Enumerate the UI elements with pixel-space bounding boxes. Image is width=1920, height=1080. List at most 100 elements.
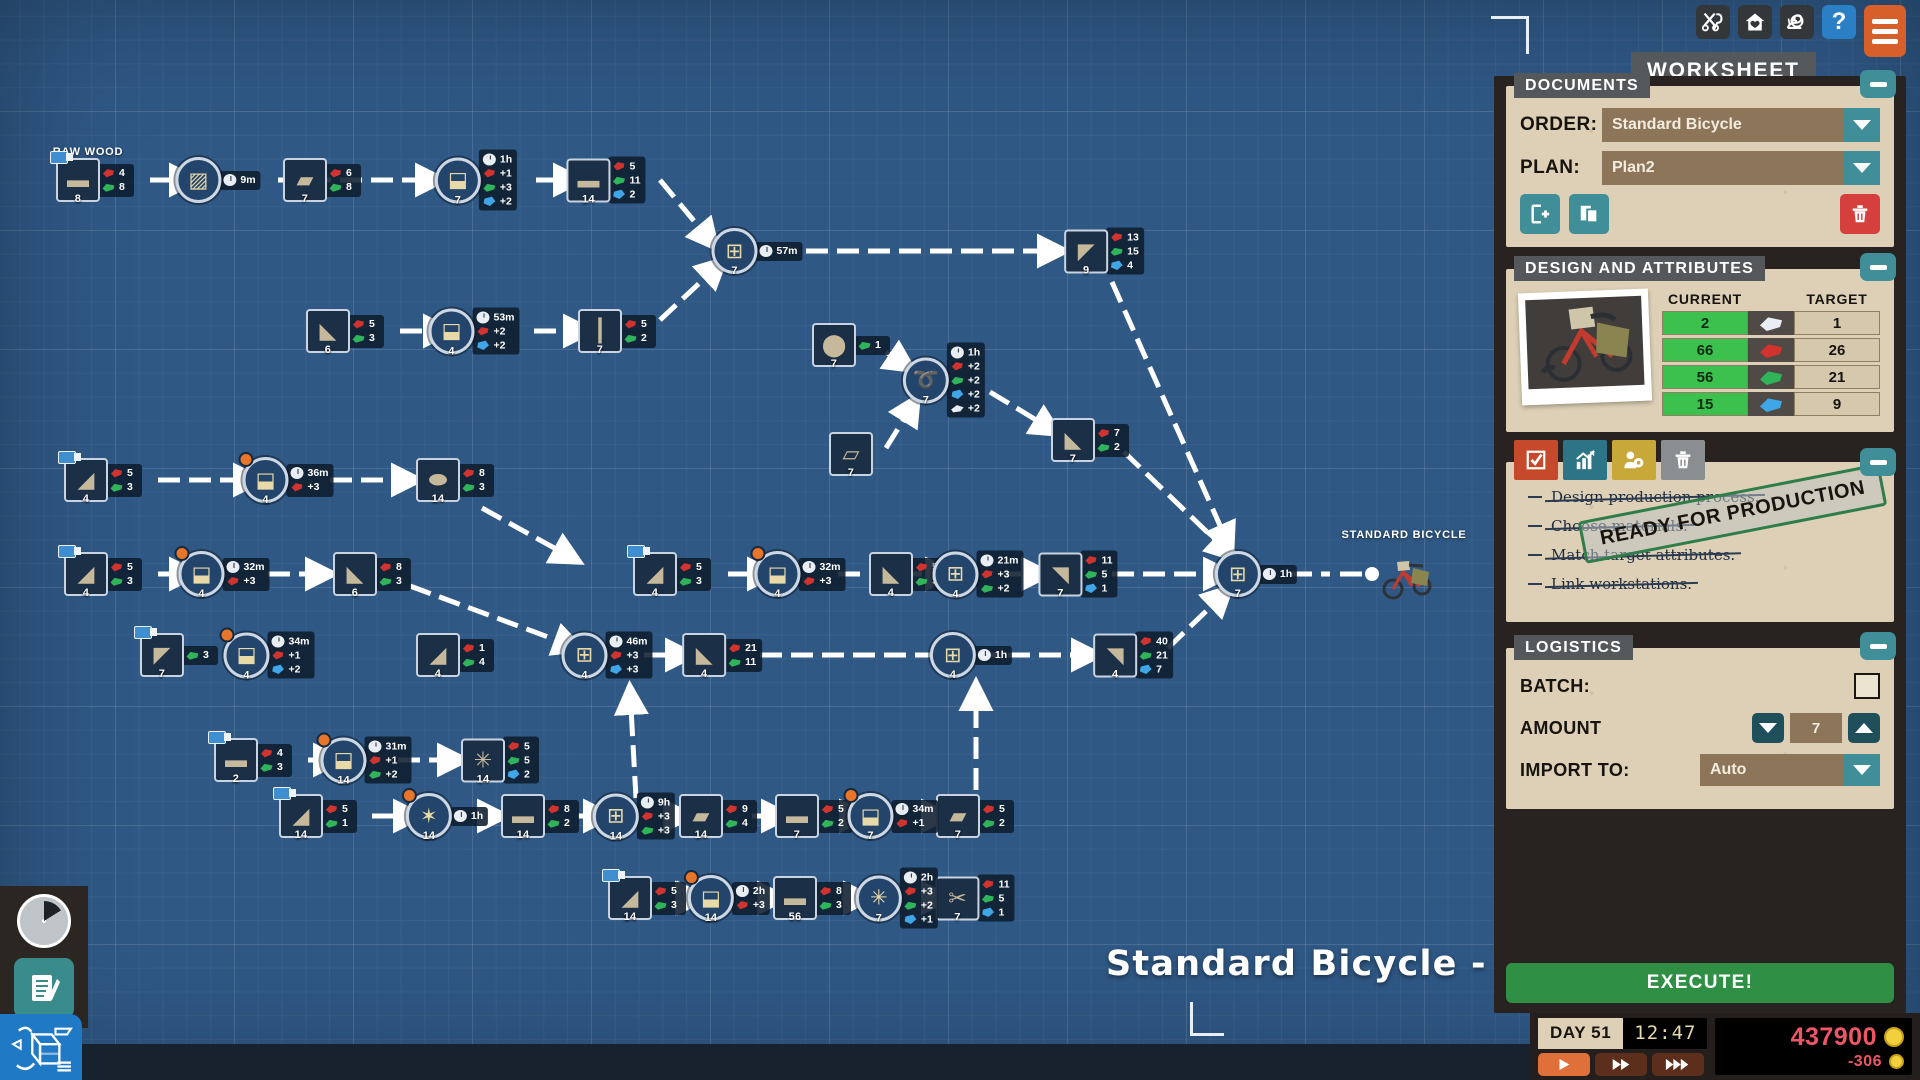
item-node[interactable]: ▬ 56 8 3 bbox=[773, 876, 851, 923]
chevron-down-icon[interactable] bbox=[1843, 108, 1880, 142]
clock-tile[interactable] bbox=[0, 886, 88, 952]
item-box[interactable]: ▰ 7 bbox=[936, 794, 980, 841]
menu-button[interactable] bbox=[1864, 5, 1906, 57]
item-node[interactable]: ◣ 6 8 3 bbox=[333, 552, 411, 599]
checklist-collapse-button[interactable] bbox=[1860, 448, 1896, 476]
order-select[interactable]: Standard Bicycle bbox=[1602, 108, 1880, 142]
station-circle[interactable]: ⊞ 14 bbox=[592, 793, 639, 842]
chevron-down-icon[interactable] bbox=[1843, 151, 1880, 185]
item-box[interactable]: ◢ 4 bbox=[58, 545, 108, 599]
workstation-node[interactable]: ⬓ 4 32m +3 bbox=[174, 546, 270, 600]
item-node[interactable]: ▬ 14 5 11 2 bbox=[566, 156, 646, 205]
item-node[interactable]: ▱ 7 bbox=[829, 432, 873, 479]
documents-collapse-button[interactable] bbox=[1860, 70, 1896, 98]
station-circle[interactable]: ✶ 14 bbox=[401, 788, 452, 842]
item-node[interactable]: ◢ 14 5 3 bbox=[602, 869, 686, 923]
station-circle[interactable]: ⬓ 14 bbox=[683, 870, 734, 924]
workstation-node[interactable]: ⬓ 4 53m +2 +2 bbox=[428, 307, 520, 357]
item-node[interactable]: ◢ 4 1 4 bbox=[416, 633, 494, 680]
workstation-node[interactable]: ⬓ 14 2h +3 bbox=[683, 870, 771, 924]
item-node[interactable]: ▰ 14 9 4 bbox=[679, 794, 757, 841]
item-node[interactable]: ⬬ 14 8 3 bbox=[416, 458, 494, 505]
item-box[interactable]: ◣ 6 bbox=[333, 552, 377, 599]
workstation-node[interactable]: ⬓ 7 1h +1 +3 +2 bbox=[434, 149, 518, 211]
item-box[interactable]: ⬬ 14 bbox=[416, 458, 460, 505]
3d-view-button[interactable] bbox=[0, 1014, 82, 1080]
item-box[interactable]: ✂ 7 bbox=[935, 876, 980, 923]
item-box[interactable]: ┃ 7 bbox=[578, 309, 622, 356]
workstation-node[interactable]: ⊞ 7 57m bbox=[711, 228, 803, 277]
station-circle[interactable]: ⊞ 4 bbox=[929, 632, 976, 681]
execute-button[interactable]: EXECUTE! bbox=[1506, 963, 1894, 1003]
item-box[interactable]: ▬ 8 bbox=[50, 151, 100, 205]
item-box[interactable]: ◣ 7 bbox=[1051, 418, 1095, 465]
item-box[interactable]: ▬ 56 bbox=[773, 876, 817, 923]
station-circle[interactable]: ⊞ 7 bbox=[711, 228, 758, 277]
logistics-collapse-button[interactable] bbox=[1860, 632, 1896, 660]
item-box[interactable]: ▰ 14 bbox=[679, 794, 723, 841]
item-box[interactable]: ◢ 4 bbox=[58, 451, 108, 505]
workers-tab[interactable] bbox=[1612, 440, 1656, 480]
item-box[interactable]: ▬ 14 bbox=[501, 794, 545, 841]
station-circle[interactable]: ⬓ 4 bbox=[428, 308, 475, 357]
item-node[interactable]: ▬ 2 4 3 bbox=[208, 731, 292, 785]
item-box[interactable]: ▱ 7 bbox=[829, 432, 873, 479]
item-box[interactable]: ⬤ 7 bbox=[812, 323, 856, 370]
workstation-node[interactable]: ⬓ 4 32m +3 bbox=[750, 546, 846, 600]
item-node[interactable]: ┃ 7 5 2 bbox=[578, 309, 656, 356]
fast-forward-button[interactable] bbox=[1595, 1052, 1647, 1076]
batch-checkbox[interactable] bbox=[1854, 673, 1880, 699]
station-circle[interactable]: ⬓ 4 bbox=[219, 627, 270, 681]
item-box[interactable]: ◢ 4 bbox=[627, 545, 677, 599]
new-document-button[interactable] bbox=[1520, 194, 1560, 234]
station-circle[interactable]: ✳ 7 bbox=[855, 875, 902, 924]
workstation-node[interactable]: ➰ 7 1h +2 +2 +2 +2 bbox=[902, 342, 986, 418]
item-node[interactable]: ✳ 14 5 5 2 bbox=[461, 736, 539, 785]
item-box[interactable]: ▬ 2 bbox=[208, 731, 258, 785]
copy-document-button[interactable] bbox=[1569, 194, 1609, 234]
delete-document-button[interactable] bbox=[1840, 194, 1880, 234]
station-circle[interactable]: ⊞ 4 bbox=[932, 551, 979, 600]
workstation-node[interactable]: ✶ 14 1h bbox=[401, 788, 489, 842]
station-circle[interactable]: ⬓ 4 bbox=[750, 546, 801, 600]
item-node[interactable]: ⬤ 7 1 bbox=[812, 323, 890, 370]
amount-decrement-button[interactable] bbox=[1752, 713, 1784, 743]
item-node[interactable]: ◢ 4 5 3 bbox=[627, 545, 711, 599]
chevron-down-icon[interactable] bbox=[1843, 754, 1880, 786]
workstation-node[interactable]: ⊞ 4 1h bbox=[929, 632, 1013, 681]
item-box[interactable]: ◤ 7 bbox=[134, 626, 184, 680]
station-circle[interactable]: ⬓ 4 bbox=[238, 452, 289, 506]
workstation-node[interactable]: ⬓ 4 36m +3 bbox=[238, 452, 334, 506]
item-node[interactable]: ◤ 7 3 bbox=[134, 626, 218, 680]
checklist-tab[interactable] bbox=[1514, 440, 1558, 480]
item-node[interactable]: ◢ 4 5 3 bbox=[58, 451, 142, 505]
play-button[interactable] bbox=[1538, 1052, 1590, 1076]
item-box[interactable]: ◤ 9 bbox=[1064, 229, 1109, 276]
home-icon[interactable] bbox=[1738, 5, 1772, 39]
item-node[interactable]: ◣ 6 5 3 bbox=[306, 309, 384, 356]
workstation-node[interactable]: ⊞ 7 1h bbox=[1214, 551, 1298, 600]
workstation-node[interactable]: ⊞ 14 9h +3 +3 bbox=[592, 792, 676, 842]
station-circle[interactable]: ➰ 7 bbox=[902, 357, 949, 406]
item-node[interactable]: ▰ 7 6 8 bbox=[283, 158, 361, 205]
item-node[interactable]: ◢ 14 5 1 bbox=[273, 787, 357, 841]
design-collapse-button[interactable] bbox=[1860, 253, 1896, 281]
workstation-node[interactable]: ⊞ 4 21m +3 +2 bbox=[932, 550, 1024, 600]
workstation-node[interactable]: ⬓ 14 31m +1 +2 bbox=[316, 732, 412, 786]
help-icon[interactable]: ? bbox=[1822, 5, 1856, 39]
item-box[interactable]: ◣ 4 bbox=[682, 633, 727, 680]
item-box[interactable]: ◣ 4 bbox=[869, 552, 913, 599]
trash-tab[interactable] bbox=[1661, 440, 1705, 480]
item-box[interactable]: ▬ 14 bbox=[566, 158, 611, 205]
item-box[interactable]: ▬ 7 bbox=[775, 794, 819, 841]
workstation-node[interactable]: ⬓ 7 34m +1 bbox=[843, 788, 939, 842]
item-node[interactable]: ▰ 7 5 2 bbox=[936, 794, 1014, 841]
item-box[interactable]: ◣ 6 bbox=[306, 309, 350, 356]
fastest-forward-button[interactable] bbox=[1652, 1052, 1704, 1076]
item-box[interactable]: ◥ 7 bbox=[1038, 552, 1083, 599]
station-circle[interactable]: ⬓ 4 bbox=[174, 546, 225, 600]
item-node[interactable]: ◢ 4 5 3 bbox=[58, 545, 142, 599]
workstation-node[interactable]: ⬓ 4 34m +1 +2 bbox=[219, 627, 315, 681]
item-box[interactable]: ▰ 7 bbox=[283, 158, 327, 205]
workstation-node[interactable]: ⊞ 4 46m +3 +3 bbox=[561, 631, 653, 681]
